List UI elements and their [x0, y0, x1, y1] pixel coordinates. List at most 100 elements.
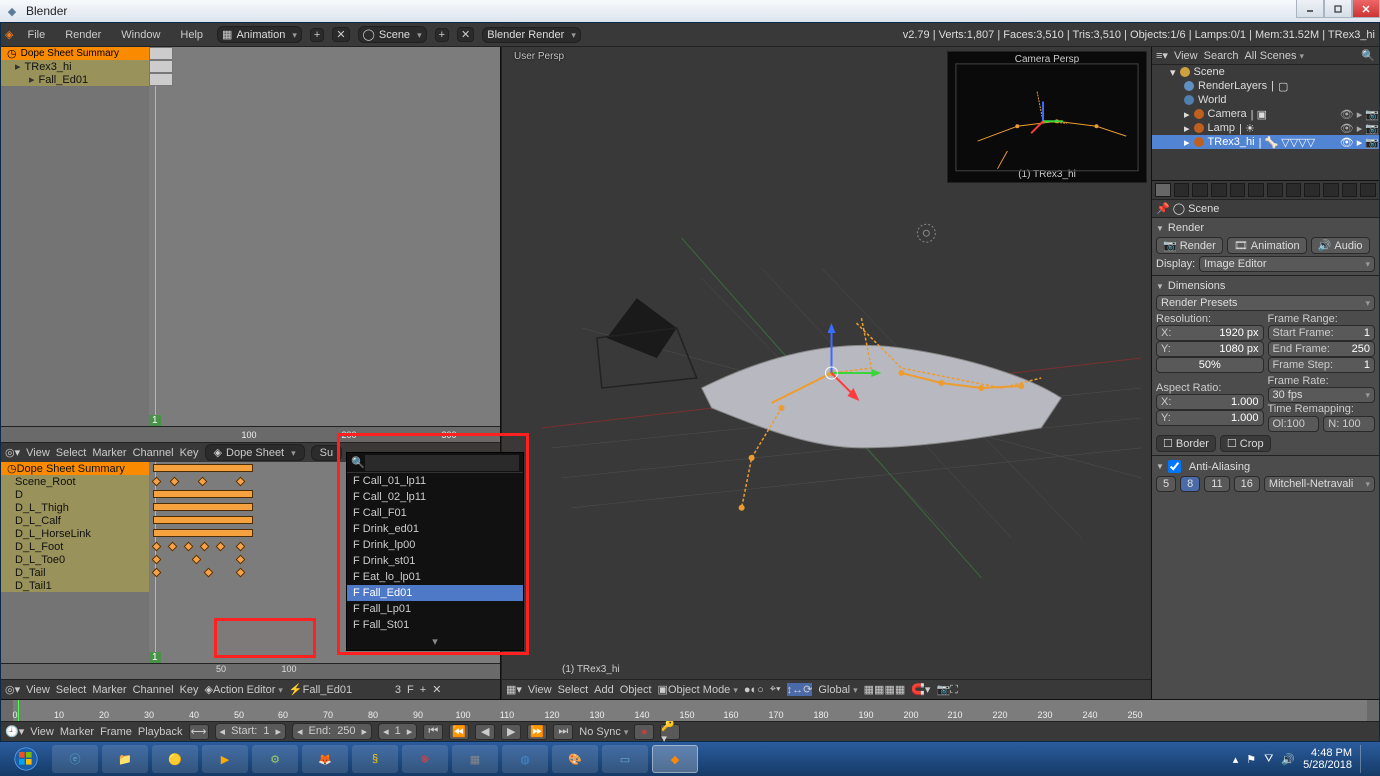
editor-type-icon[interactable]: ◎▾ [5, 446, 20, 459]
taskbar-app4[interactable]: ▦ [452, 745, 498, 773]
view-menu-view[interactable]: View [528, 684, 552, 696]
action-ruler[interactable]: 50 100 [1, 663, 500, 679]
popup-option[interactable]: F Drink_ed01 [347, 521, 523, 537]
tray-network-icon[interactable]: ⛛ [1264, 753, 1273, 766]
resolution-y[interactable]: Y:1080 px [1156, 341, 1264, 357]
start-button[interactable] [4, 744, 48, 774]
frame-start[interactable]: Start Frame:1 [1268, 325, 1376, 341]
aa-filter-dropdown[interactable]: Mitchell-Netravali [1264, 476, 1375, 492]
taskbar-firefox[interactable]: 🦊 [302, 745, 348, 773]
popup-option[interactable]: F Call_02_lp11 [347, 489, 523, 505]
layout-remove-button[interactable]: ✕ [332, 27, 349, 42]
popup-option[interactable]: F Fall_Lp01 [347, 601, 523, 617]
aspect-y[interactable]: Y:1.000 [1156, 410, 1264, 426]
time-remap-old[interactable]: Ol:100 [1268, 416, 1320, 432]
action-fakeuser[interactable]: F [407, 684, 414, 696]
camera-preview[interactable]: Camera Persp (1) TRex3_hi [947, 51, 1147, 183]
play-button[interactable]: ▶ [501, 724, 521, 740]
menu-render[interactable]: Render [59, 27, 107, 43]
taskbar-media[interactable]: ▶ [202, 745, 248, 773]
properties-panel[interactable]: 📌 ◯ Scene Render 📷Render 🎞Animation 🔊Aud… [1152, 181, 1379, 699]
aa-11[interactable]: 11 [1204, 476, 1229, 492]
screen-layout-dropdown[interactable]: ▦Animation [217, 26, 302, 43]
interaction-mode-dropdown[interactable]: ▣Object Mode [658, 683, 738, 696]
range-toggle[interactable]: ⟷ [189, 724, 209, 740]
layout-add-button[interactable]: + [310, 28, 324, 42]
antialias-section-header[interactable]: Anti-Aliasing [1156, 458, 1375, 475]
pivot-dropdown[interactable]: ⌖▾ [770, 683, 781, 696]
timeline-menu-view[interactable]: View [30, 726, 54, 738]
scene-remove-button[interactable]: ✕ [457, 27, 474, 42]
end-frame-field[interactable]: ◂End:250▸ [292, 723, 372, 740]
tab-particles[interactable] [1342, 183, 1358, 197]
timeline-menu-playback[interactable]: Playback [138, 726, 183, 738]
frame-step[interactable]: Frame Step:1 [1268, 357, 1376, 373]
jump-end-button[interactable]: ⏭ [553, 724, 573, 740]
manipulator-buttons[interactable]: ↕↔⟳ [787, 683, 813, 696]
tab-physics[interactable] [1360, 183, 1376, 197]
keyframe-prev-button[interactable]: ⏪ [449, 724, 469, 740]
action-menu-select[interactable]: Select [56, 684, 87, 696]
editor-type-icon[interactable]: ▦▾ [506, 683, 522, 696]
dopesheet-menu-view[interactable]: View [26, 447, 50, 459]
layer-buttons[interactable]: ▦▦▦▦ [864, 683, 906, 696]
sync-dropdown[interactable]: No Sync [579, 726, 628, 738]
tab-renderlayers[interactable] [1174, 183, 1190, 197]
action-unlink[interactable]: ✕ [432, 683, 441, 696]
dopesheet-menu-marker[interactable]: Marker [92, 447, 126, 459]
dopesheet-menu-channel[interactable]: Channel [133, 447, 174, 459]
start-frame-field[interactable]: ◂Start:1▸ [215, 723, 286, 740]
current-frame-field[interactable]: ◂1▸ [378, 723, 417, 740]
aa-16[interactable]: 16 [1234, 476, 1260, 492]
tab-render[interactable] [1155, 183, 1171, 197]
taskbar-explorer[interactable]: 📁 [102, 745, 148, 773]
editor-type-icon[interactable]: 🕘▾ [5, 725, 24, 738]
taskbar-app1[interactable]: ⚙ [252, 745, 298, 773]
dimensions-section-header[interactable]: Dimensions [1156, 278, 1375, 294]
close-button[interactable] [1352, 0, 1380, 18]
keying-set-dropdown[interactable]: 🔑▾ [660, 724, 680, 740]
taskbar-app2[interactable]: § [352, 745, 398, 773]
outliner-menu-search[interactable]: Search [1204, 50, 1239, 62]
action-name-field[interactable]: ⚡Fall_Ed01 [289, 683, 389, 696]
dopesheet-playhead[interactable] [155, 47, 156, 426]
popup-option-selected[interactable]: F Fall_Ed01 [347, 585, 523, 601]
properties-tabs[interactable] [1152, 181, 1379, 199]
action-browse-popup[interactable]: 🔍 F Call_01_lp11 F Call_02_lp11 F Call_F… [346, 452, 524, 651]
render-animation-button[interactable]: 🎞Animation [1227, 237, 1307, 254]
aa-5[interactable]: 5 [1156, 476, 1176, 492]
tab-modifiers[interactable] [1267, 183, 1283, 197]
time-remap-new[interactable]: N: 100 [1323, 416, 1375, 432]
dopesheet-menu-key[interactable]: Key [180, 447, 199, 459]
pin-icon[interactable]: 📌 [1156, 203, 1170, 215]
tab-object[interactable] [1230, 183, 1246, 197]
timeline-menu-marker[interactable]: Marker [60, 726, 94, 738]
tab-constraints[interactable] [1248, 183, 1264, 197]
action-mode-dropdown[interactable]: ◈Action Editor [205, 683, 283, 696]
editor-type-icon[interactable]: ◎▾ [5, 683, 20, 696]
popup-option[interactable]: F Fall_St01 [347, 617, 523, 633]
action-menu-view[interactable]: View [26, 684, 50, 696]
scene-dropdown[interactable]: ◯Scene [358, 26, 427, 43]
tab-world[interactable] [1211, 183, 1227, 197]
action-menu-key[interactable]: Key [180, 684, 199, 696]
action-add[interactable]: + [420, 684, 426, 696]
menu-help[interactable]: Help [174, 27, 209, 43]
jump-start-button[interactable]: ⏮ [423, 724, 443, 740]
timeline-track[interactable]: 0 10 20 30 40 50 60 70 80 90 100 110 120… [1, 700, 1379, 721]
render-section-header[interactable]: Render [1156, 220, 1375, 236]
view-menu-add[interactable]: Add [594, 684, 614, 696]
outliner-menu-view[interactable]: View [1174, 50, 1198, 62]
aspect-x[interactable]: X:1.000 [1156, 394, 1264, 410]
camera-object[interactable] [597, 298, 697, 388]
action-search-input[interactable] [365, 455, 519, 471]
aa-8[interactable]: 8 [1180, 476, 1200, 492]
popup-option[interactable]: F Drink_st01 [347, 553, 523, 569]
display-dropdown[interactable]: Image Editor [1199, 256, 1375, 272]
taskbar-app6[interactable]: ▭ [602, 745, 648, 773]
taskbar-blender[interactable]: ◆ [652, 745, 698, 773]
antialias-checkbox[interactable] [1168, 460, 1181, 473]
view-menu-object[interactable]: Object [620, 684, 652, 696]
popup-option[interactable]: F Call_01_lp11 [347, 473, 523, 489]
tray-flag-icon[interactable]: ⚑ [1246, 753, 1256, 766]
